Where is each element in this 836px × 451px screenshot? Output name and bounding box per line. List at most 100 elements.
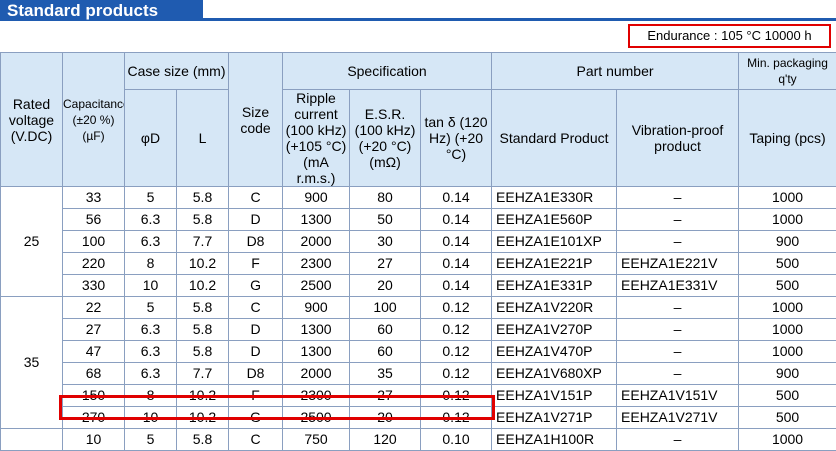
- cell-tan: 0.14: [421, 187, 492, 209]
- cell-taping: 1000: [739, 187, 836, 209]
- cell-taping: 1000: [739, 341, 836, 363]
- col-l: L: [177, 90, 229, 187]
- cell-standard-part: EEHZA1E221P: [492, 253, 617, 275]
- cell-vibration-part: EEHZA1V271V: [617, 407, 739, 429]
- col-tan: tan δ (120 Hz) (+20 °C): [421, 90, 492, 187]
- title-underline: [203, 18, 836, 21]
- products-table: Rated voltage (V.DC) Capacitance (±20 %)…: [0, 52, 836, 451]
- cell-phi-d: 10: [125, 275, 177, 297]
- cell-tan: 0.14: [421, 253, 492, 275]
- table-row: 253355.8C900800.14EEHZA1E330R–1000: [1, 187, 836, 209]
- cell-standard-part: EEHZA1E331P: [492, 275, 617, 297]
- cell-size-code: F: [229, 253, 283, 275]
- cell-esr: 60: [350, 341, 421, 363]
- cell-standard-part: EEHZA1V680XP: [492, 363, 617, 385]
- cell-phi-d: 6.3: [125, 209, 177, 231]
- cell-standard-part: EEHZA1E330R: [492, 187, 617, 209]
- cell-size-code: D: [229, 341, 283, 363]
- cell-tan: 0.10: [421, 429, 492, 451]
- cell-phi-d: 5: [125, 297, 177, 319]
- table-row: 566.35.8D1300500.14EEHZA1E560P–1000: [1, 209, 836, 231]
- cell-taping: 1000: [739, 209, 836, 231]
- row-highlight-box: [59, 395, 495, 420]
- cell-phi-d: 6.3: [125, 341, 177, 363]
- cell-standard-part: EEHZA1V270P: [492, 319, 617, 341]
- cell-taping: 500: [739, 385, 836, 407]
- cell-phi-d: 6.3: [125, 363, 177, 385]
- cell-phi-d: 8: [125, 253, 177, 275]
- col-part-number: Part number: [492, 53, 739, 90]
- cell-esr: 30: [350, 231, 421, 253]
- col-case-size: Case size (mm): [125, 53, 229, 90]
- cell-l: 7.7: [177, 231, 229, 253]
- cell-vibration-part: –: [617, 319, 739, 341]
- col-standard-product: Standard Product: [492, 90, 617, 187]
- cell-standard-part: EEHZA1V220R: [492, 297, 617, 319]
- cell-taping: 500: [739, 275, 836, 297]
- cell-tan: 0.14: [421, 275, 492, 297]
- cell-l: 10.2: [177, 253, 229, 275]
- cell-size-code: D: [229, 319, 283, 341]
- cell-esr: 100: [350, 297, 421, 319]
- table-row: 1006.37.7D82000300.14EEHZA1E101XP–900: [1, 231, 836, 253]
- cell-esr: 60: [350, 319, 421, 341]
- cell-size-code: C: [229, 297, 283, 319]
- cell-rated-voltage: 35: [1, 297, 63, 429]
- col-ripple: Ripple current (100 kHz) (+105 °C) (mA r…: [283, 90, 350, 187]
- cell-taping: 1000: [739, 297, 836, 319]
- cell-rated-voltage: [1, 429, 63, 451]
- cell-vibration-part: –: [617, 429, 739, 451]
- cell-standard-part: EEHZA1E101XP: [492, 231, 617, 253]
- cell-tan: 0.12: [421, 319, 492, 341]
- cell-esr: 50: [350, 209, 421, 231]
- cell-ripple: 2500: [283, 275, 350, 297]
- cell-taping: 900: [739, 363, 836, 385]
- cell-phi-d: 6.3: [125, 319, 177, 341]
- col-specification: Specification: [283, 53, 492, 90]
- cell-l: 7.7: [177, 363, 229, 385]
- cell-capacitance: 330: [63, 275, 125, 297]
- title-bar: Standard products: [0, 0, 836, 21]
- cell-rated-voltage: 25: [1, 187, 63, 297]
- table-row: 1055.8C7501200.10EEHZA1H100R–1000: [1, 429, 836, 451]
- cell-vibration-part: –: [617, 231, 739, 253]
- cell-ripple: 2300: [283, 253, 350, 275]
- col-vibration-proof: Vibration-proof product: [617, 90, 739, 187]
- cell-capacitance: 22: [63, 297, 125, 319]
- cell-tan: 0.12: [421, 363, 492, 385]
- cell-taping: 1000: [739, 319, 836, 341]
- cell-capacitance: 100: [63, 231, 125, 253]
- cell-ripple: 750: [283, 429, 350, 451]
- cell-phi-d: 5: [125, 187, 177, 209]
- cell-size-code: C: [229, 429, 283, 451]
- cell-capacitance: 47: [63, 341, 125, 363]
- col-capacitance: Capacitance (±20 %) (µF): [63, 53, 125, 187]
- cell-ripple: 2000: [283, 231, 350, 253]
- cell-vibration-part: –: [617, 363, 739, 385]
- cell-vibration-part: –: [617, 187, 739, 209]
- cell-vibration-part: EEHZA1E331V: [617, 275, 739, 297]
- section-title: Standard products: [0, 0, 203, 21]
- cell-tan: 0.14: [421, 231, 492, 253]
- cell-capacitance: 33: [63, 187, 125, 209]
- col-size-code: Size code: [229, 53, 283, 187]
- cell-l: 10.2: [177, 275, 229, 297]
- cell-standard-part: EEHZA1V470P: [492, 341, 617, 363]
- table-row: 476.35.8D1300600.12EEHZA1V470P–1000: [1, 341, 836, 363]
- cell-esr: 27: [350, 253, 421, 275]
- cell-size-code: C: [229, 187, 283, 209]
- cell-l: 5.8: [177, 319, 229, 341]
- cell-size-code: D8: [229, 363, 283, 385]
- cell-tan: 0.12: [421, 341, 492, 363]
- cell-vibration-part: –: [617, 297, 739, 319]
- col-rated-voltage: Rated voltage (V.DC): [1, 53, 63, 187]
- table-row: 352255.8C9001000.12EEHZA1V220R–1000: [1, 297, 836, 319]
- cell-taping: 1000: [739, 429, 836, 451]
- col-esr: E.S.R. (100 kHz) (+20 °C) (mΩ): [350, 90, 421, 187]
- cell-l: 5.8: [177, 341, 229, 363]
- cell-tan: 0.14: [421, 209, 492, 231]
- cell-phi-d: 6.3: [125, 231, 177, 253]
- cell-l: 5.8: [177, 187, 229, 209]
- cell-esr: 120: [350, 429, 421, 451]
- cell-taping: 500: [739, 253, 836, 275]
